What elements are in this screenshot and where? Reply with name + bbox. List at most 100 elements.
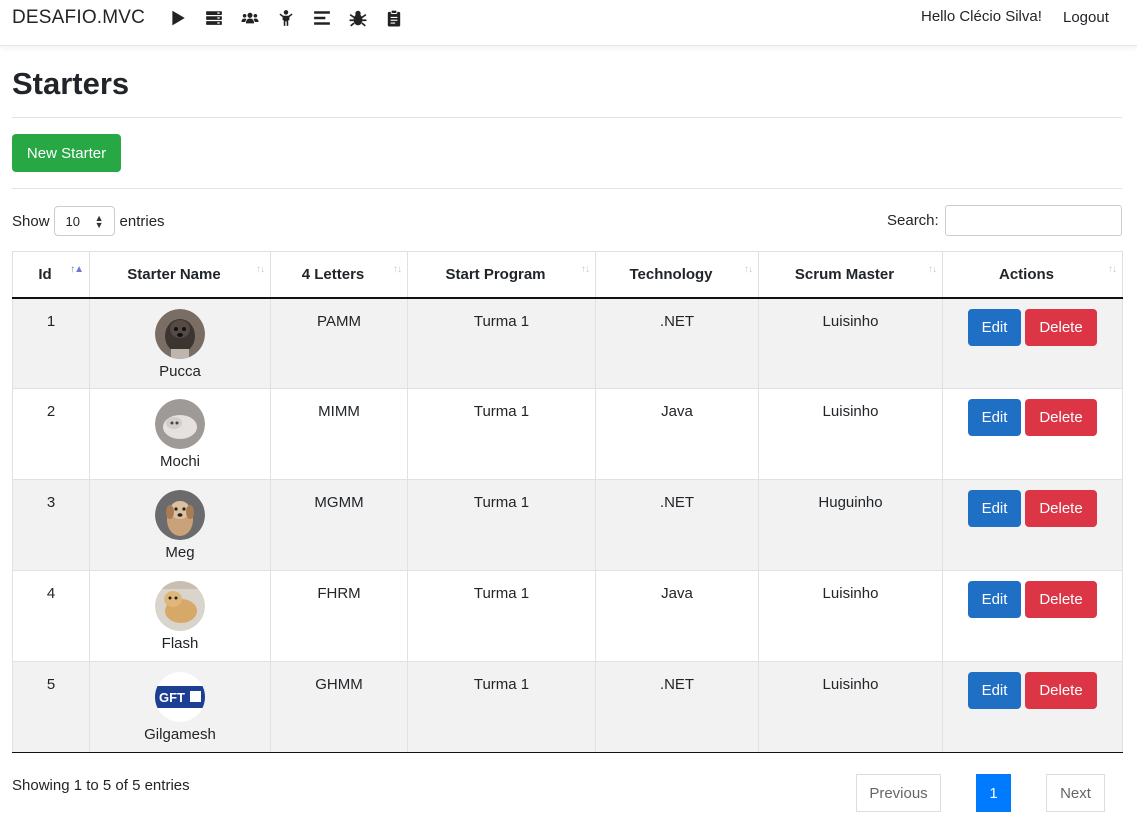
column-header-technology[interactable]: Technology ↑↓ bbox=[595, 251, 759, 299]
cell-starter-name: Pucca bbox=[89, 297, 271, 389]
user-greeting: Hello Clécio Silva! bbox=[921, 8, 1042, 25]
cell-id: 5 bbox=[12, 661, 90, 753]
column-header-id[interactable]: Id ↑▲ bbox=[12, 251, 90, 299]
search-label: Search: bbox=[887, 212, 939, 229]
cell-id: 1 bbox=[12, 297, 90, 389]
bug-icon[interactable] bbox=[340, 8, 376, 28]
cell-actions: Edit Delete bbox=[942, 479, 1123, 571]
delete-button[interactable]: Delete bbox=[1025, 308, 1097, 346]
page-length-control: Show 10 ▲ ▼ entries bbox=[12, 206, 165, 236]
pagination-next[interactable]: Next bbox=[1046, 774, 1105, 812]
show-label: Show bbox=[12, 212, 50, 230]
cell-scrum-master: Huguinho bbox=[758, 479, 943, 571]
sort-icon: ↑↓ bbox=[928, 264, 937, 275]
cell-technology: .NET bbox=[595, 297, 759, 389]
edit-button[interactable]: Edit bbox=[968, 308, 1021, 346]
edit-button[interactable]: Edit bbox=[968, 672, 1021, 709]
cell-4-letters: FHRM bbox=[270, 570, 408, 662]
divider bbox=[12, 117, 1122, 118]
cell-technology: Java bbox=[595, 570, 759, 662]
cell-actions: Edit Delete bbox=[942, 297, 1123, 389]
column-header-starter-name[interactable]: Starter Name ↑↓ bbox=[89, 251, 271, 299]
cell-start-program: Turma 1 bbox=[407, 570, 596, 662]
child-icon[interactable] bbox=[268, 8, 304, 28]
cell-start-program: Turma 1 bbox=[407, 388, 596, 480]
dog-avatar-image bbox=[155, 399, 205, 449]
gft-logo-avatar: GFT bbox=[155, 672, 205, 722]
delete-button[interactable]: Delete bbox=[1025, 399, 1097, 436]
entries-label: entries bbox=[119, 212, 165, 230]
sort-icon: ↑↓ bbox=[1108, 264, 1117, 275]
cell-4-letters: GHMM bbox=[270, 661, 408, 753]
updown-caret-icon: ▲ ▼ bbox=[94, 213, 104, 230]
dog-avatar-image bbox=[155, 308, 205, 359]
table-row: 2 Mochi MIMM Turma 1 Java Luisinho Edit D… bbox=[12, 388, 1123, 480]
delete-button[interactable]: Delete bbox=[1025, 672, 1097, 709]
cell-actions: Edit Delete bbox=[942, 661, 1123, 753]
cell-start-program: Turma 1 bbox=[407, 479, 596, 571]
cell-starter-name: Meg bbox=[89, 479, 271, 571]
table-row: 3 Meg MGMM Turma 1 .NET Huguinho Edit Del… bbox=[12, 479, 1123, 571]
starter-name: Mochi bbox=[159, 453, 200, 470]
cell-start-program: Turma 1 bbox=[407, 297, 596, 389]
cell-actions: Edit Delete bbox=[942, 570, 1123, 662]
cell-4-letters: MGMM bbox=[270, 479, 408, 571]
starter-name: Meg bbox=[165, 544, 195, 561]
divider bbox=[12, 188, 1122, 189]
table-row: 1 Pucca PAMM Turma 1 .NET Luisinho Edit D… bbox=[12, 297, 1123, 389]
cell-technology: .NET bbox=[595, 479, 759, 571]
starters-table: Id ↑▲ Starter Name ↑↓ 4 Letters ↑↓ Start Pr… bbox=[12, 251, 1123, 753]
page-title: Starters bbox=[12, 66, 130, 101]
table-row: 5 GFT Gilgamesh GHMM Turma 1 .NET Luisin… bbox=[12, 661, 1123, 753]
sort-icon: ↑↓ bbox=[581, 264, 590, 275]
pagination-previous[interactable]: Previous bbox=[856, 774, 941, 812]
column-header-start-program[interactable]: Start Program ↑↓ bbox=[407, 251, 596, 299]
cell-starter-name: GFT Gilgamesh bbox=[89, 661, 271, 753]
column-header-scrum-master[interactable]: Scrum Master ↑↓ bbox=[758, 251, 943, 299]
page-length-select[interactable]: 10 ▲ ▼ bbox=[53, 206, 115, 236]
table-header-row: Id ↑▲ Starter Name ↑↓ 4 Letters ↑↓ Start Pr… bbox=[12, 251, 1123, 299]
delete-button[interactable]: Delete bbox=[1025, 490, 1097, 527]
cell-4-letters: MIMM bbox=[270, 388, 408, 480]
sort-asc-icon: ↑▲ bbox=[70, 264, 84, 275]
cell-technology: Java bbox=[595, 388, 759, 480]
sort-icon: ↑↓ bbox=[256, 264, 265, 275]
dog-avatar-image bbox=[155, 581, 205, 631]
cell-4-letters: PAMM bbox=[270, 297, 408, 389]
navbar: DESAFIO.MVC Hello Clécio Silva! Logout bbox=[0, 0, 1137, 46]
search-input[interactable] bbox=[945, 205, 1122, 236]
pagination-page-1[interactable]: 1 bbox=[976, 774, 1011, 812]
server-icon[interactable] bbox=[196, 8, 232, 28]
nav-icon-bar bbox=[160, 8, 412, 28]
cell-starter-name: Flash bbox=[89, 570, 271, 662]
cell-start-program: Turma 1 bbox=[407, 661, 596, 753]
column-header-4-letters[interactable]: 4 Letters ↑↓ bbox=[270, 251, 408, 299]
clipboard-icon[interactable] bbox=[376, 8, 412, 28]
play-icon[interactable] bbox=[160, 8, 196, 28]
new-starter-button[interactable]: New Starter bbox=[12, 134, 121, 172]
starter-name: Flash bbox=[161, 635, 199, 652]
cell-scrum-master: Luisinho bbox=[758, 661, 943, 753]
table-info: Showing 1 to 5 of 5 entries bbox=[12, 777, 190, 794]
cell-scrum-master: Luisinho bbox=[758, 388, 943, 480]
edit-button[interactable]: Edit bbox=[968, 581, 1021, 618]
edit-button[interactable]: Edit bbox=[968, 490, 1021, 527]
cell-id: 3 bbox=[12, 479, 90, 571]
svg-text:GFT: GFT bbox=[159, 690, 185, 705]
cell-scrum-master: Luisinho bbox=[758, 297, 943, 389]
list-icon[interactable] bbox=[304, 8, 340, 28]
table-row: 4 Flash FHRM Turma 1 Java Luisinho Edit D… bbox=[12, 570, 1123, 662]
logout-link[interactable]: Logout bbox=[1063, 9, 1109, 26]
sort-icon: ↑↓ bbox=[393, 264, 402, 275]
cell-id: 4 bbox=[12, 570, 90, 662]
starter-name: Gilgamesh bbox=[144, 726, 216, 743]
page-length-value: 10 bbox=[65, 213, 80, 229]
delete-button[interactable]: Delete bbox=[1025, 581, 1097, 618]
brand-link[interactable]: DESAFIO.MVC bbox=[12, 7, 145, 29]
users-icon[interactable] bbox=[232, 8, 268, 28]
edit-button[interactable]: Edit bbox=[968, 399, 1021, 436]
dog-avatar-image bbox=[155, 490, 205, 540]
cell-scrum-master: Luisinho bbox=[758, 570, 943, 662]
cell-actions: Edit Delete bbox=[942, 388, 1123, 480]
column-header-actions[interactable]: Actions ↑↓ bbox=[942, 251, 1123, 299]
